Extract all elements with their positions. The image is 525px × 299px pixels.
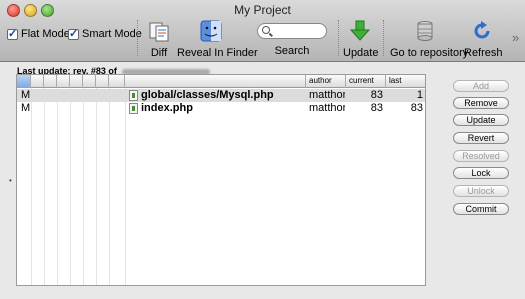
refresh-label: Refresh	[464, 47, 503, 59]
toolbar-separator	[338, 20, 339, 56]
column-header-status[interactable]	[17, 75, 31, 88]
flat-mode-label: Flat Mode	[21, 28, 70, 40]
checkbox-check-icon	[68, 27, 79, 40]
resolved-button[interactable]: Resolved	[453, 150, 509, 162]
repository-icon	[417, 21, 433, 41]
checkbox-check-icon	[7, 27, 18, 40]
author-cell: matthor	[309, 89, 345, 101]
unlock-button[interactable]: Unlock	[453, 185, 509, 197]
column-header[interactable]	[57, 75, 70, 88]
last-cell: 83	[410, 102, 423, 114]
search-icon	[262, 26, 270, 34]
search-label: Search	[274, 45, 310, 57]
column-header[interactable]	[109, 75, 125, 88]
column-header-author[interactable]: author	[306, 75, 346, 88]
refresh-button[interactable]: Refresh	[464, 20, 503, 59]
column-divider	[125, 88, 126, 285]
go-to-repository-button[interactable]: Go to repository	[390, 20, 469, 59]
toolbar-separator	[137, 20, 138, 56]
status-cell: M	[21, 89, 31, 101]
search-field-group[interactable]: Search	[256, 20, 328, 57]
column-header[interactable]	[83, 75, 96, 88]
commit-button[interactable]: Commit	[453, 203, 509, 215]
current-cell: 83	[370, 89, 383, 101]
column-divider	[83, 88, 84, 285]
table-header: author current last	[17, 75, 425, 88]
php-file-icon	[129, 103, 138, 114]
column-divider	[57, 88, 58, 285]
add-button[interactable]: Add	[453, 80, 509, 92]
toolbar: My Project Flat Mode Smart Mode Diff	[0, 0, 525, 62]
path-cell: index.php	[129, 102, 193, 115]
remove-button[interactable]: Remove	[453, 97, 509, 109]
path-text: global/classes/Mysql.php	[141, 89, 274, 101]
column-divider	[31, 88, 32, 285]
revert-button[interactable]: Revert	[453, 132, 509, 144]
column-header[interactable]	[70, 75, 83, 88]
column-header-last[interactable]: last	[386, 75, 425, 88]
column-divider	[44, 88, 45, 285]
search-input[interactable]	[257, 23, 327, 39]
column-header[interactable]	[96, 75, 109, 88]
diff-label: Diff	[150, 47, 168, 59]
column-header-path[interactable]	[125, 75, 306, 88]
last-cell: 1	[416, 89, 423, 101]
diff-icon	[149, 22, 169, 42]
php-file-icon	[129, 90, 138, 101]
flat-mode-checkbox[interactable]: Flat Mode	[7, 27, 70, 40]
lock-button[interactable]: Lock	[453, 167, 509, 179]
column-header[interactable]	[44, 75, 57, 88]
update-toolbar-button[interactable]: Update	[343, 20, 379, 59]
smart-mode-checkbox[interactable]: Smart Mode	[68, 27, 142, 40]
go-to-repository-label: Go to repository	[390, 47, 469, 59]
diff-button[interactable]: Diff	[145, 20, 173, 59]
refresh-icon	[474, 21, 490, 39]
file-table[interactable]: author current last M global/classes/Mys…	[16, 74, 426, 286]
table-row[interactable]: M index.php matthor 83 83	[17, 102, 425, 115]
app-window: My Project Flat Mode Smart Mode Diff	[0, 0, 525, 299]
smart-mode-label: Smart Mode	[82, 28, 142, 40]
path-text: index.php	[141, 102, 193, 114]
finder-icon	[200, 20, 222, 42]
update-icon	[349, 20, 371, 41]
column-divider	[70, 88, 71, 285]
column-header-current[interactable]: current	[346, 75, 386, 88]
window-title: My Project	[234, 3, 291, 17]
update-button[interactable]: Update	[453, 114, 509, 126]
author-cell: matthor	[309, 102, 345, 114]
update-toolbar-label: Update	[343, 47, 379, 59]
current-cell: 83	[370, 102, 383, 114]
column-header[interactable]	[31, 75, 44, 88]
resize-indicator-icon: •	[9, 176, 12, 185]
path-cell: global/classes/Mysql.php	[129, 89, 274, 102]
column-divider	[96, 88, 97, 285]
column-divider	[109, 88, 110, 285]
overflow-chevron-icon[interactable]: »	[512, 30, 519, 45]
toolbar-separator	[383, 20, 384, 56]
status-cell: M	[21, 102, 31, 114]
reveal-in-finder-button[interactable]: Reveal In Finder	[177, 20, 258, 59]
table-row[interactable]: M global/classes/Mysql.php matthor 83 1	[17, 89, 425, 102]
reveal-in-finder-label: Reveal In Finder	[177, 47, 258, 59]
